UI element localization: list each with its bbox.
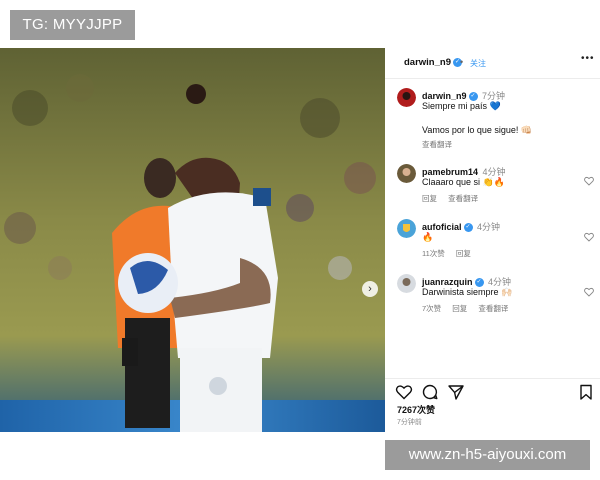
comment-time: 7分钟 [482,91,506,101]
post-time-ago: 7分钟前 [397,419,422,426]
comment-bubble-icon[interactable] [421,383,439,401]
like-heart-icon[interactable] [395,383,413,401]
next-photo-button[interactable]: › [362,281,378,297]
comment-text: Vamos por lo que sigue! 👊🏻 [422,125,533,135]
more-horizontal-icon[interactable]: ••• [581,53,595,64]
watermark-top: TG: MYYJJPP [10,10,135,40]
like-comment-heart-icon[interactable] [584,176,594,186]
comment-username[interactable]: aufoficial ✓ 4分钟 [422,220,500,233]
reply-link[interactable]: 回复 [456,249,471,258]
comment-likes[interactable]: 11次赞 [422,249,445,258]
comment-text: 🔥 [422,232,434,242]
verified-icon: ✓ [463,223,473,233]
action-bar [385,378,600,401]
verified-icon: ✓ [468,92,478,102]
post-header: darwin_n9 ✓ • 关注 ••• [385,48,600,79]
avatar[interactable] [397,164,416,183]
comment-meta: 回复 查看翻译 [422,193,487,204]
author-username[interactable]: darwin_n9 ✓ [404,57,462,68]
post-image [0,48,385,432]
separator-dot: • [460,57,464,67]
reply-link[interactable]: 回复 [422,194,437,203]
comment-meta: 查看翻译 [422,139,461,150]
comment-meta: 11次赞 回复 [422,248,480,259]
comment-time: 4分钟 [477,222,501,232]
see-translation-link[interactable]: 查看翻译 [478,304,508,313]
comment-time: 4分钟 [482,167,506,177]
verified-icon: ✓ [474,278,484,288]
like-count[interactable]: 7267次赞 [397,403,435,416]
avatar[interactable] [397,274,416,293]
comment-text: Darwinista siempre 🙌🏻 [422,287,513,297]
reply-link[interactable]: 回复 [452,304,467,313]
share-send-icon[interactable] [447,383,465,401]
comment-time: 4分钟 [488,277,512,287]
comment-text: Claaaro que si 👏🔥 [422,177,505,187]
see-translation-link[interactable]: 查看翻译 [448,194,478,203]
bookmark-icon[interactable] [577,383,595,401]
follow-button[interactable]: 关注 [470,58,486,69]
post-panel: darwin_n9 ✓ • 关注 ••• darwin_n9 ✓ 7分钟 Siemp… [385,48,600,432]
comment-text: Siempre mi país 💙 [422,101,501,111]
comment-meta: 7次赞 回复 查看翻译 [422,303,517,314]
post-photo[interactable]: › [0,48,385,432]
see-translation-link[interactable]: 查看翻译 [422,140,452,149]
watermark-bottom: www.zn-h5-aiyouxi.com [385,440,590,470]
comment-likes[interactable]: 7次赞 [422,304,441,313]
like-comment-heart-icon[interactable] [584,232,594,242]
avatar[interactable] [397,219,416,238]
like-comment-heart-icon[interactable] [584,287,594,297]
avatar[interactable] [397,88,416,107]
